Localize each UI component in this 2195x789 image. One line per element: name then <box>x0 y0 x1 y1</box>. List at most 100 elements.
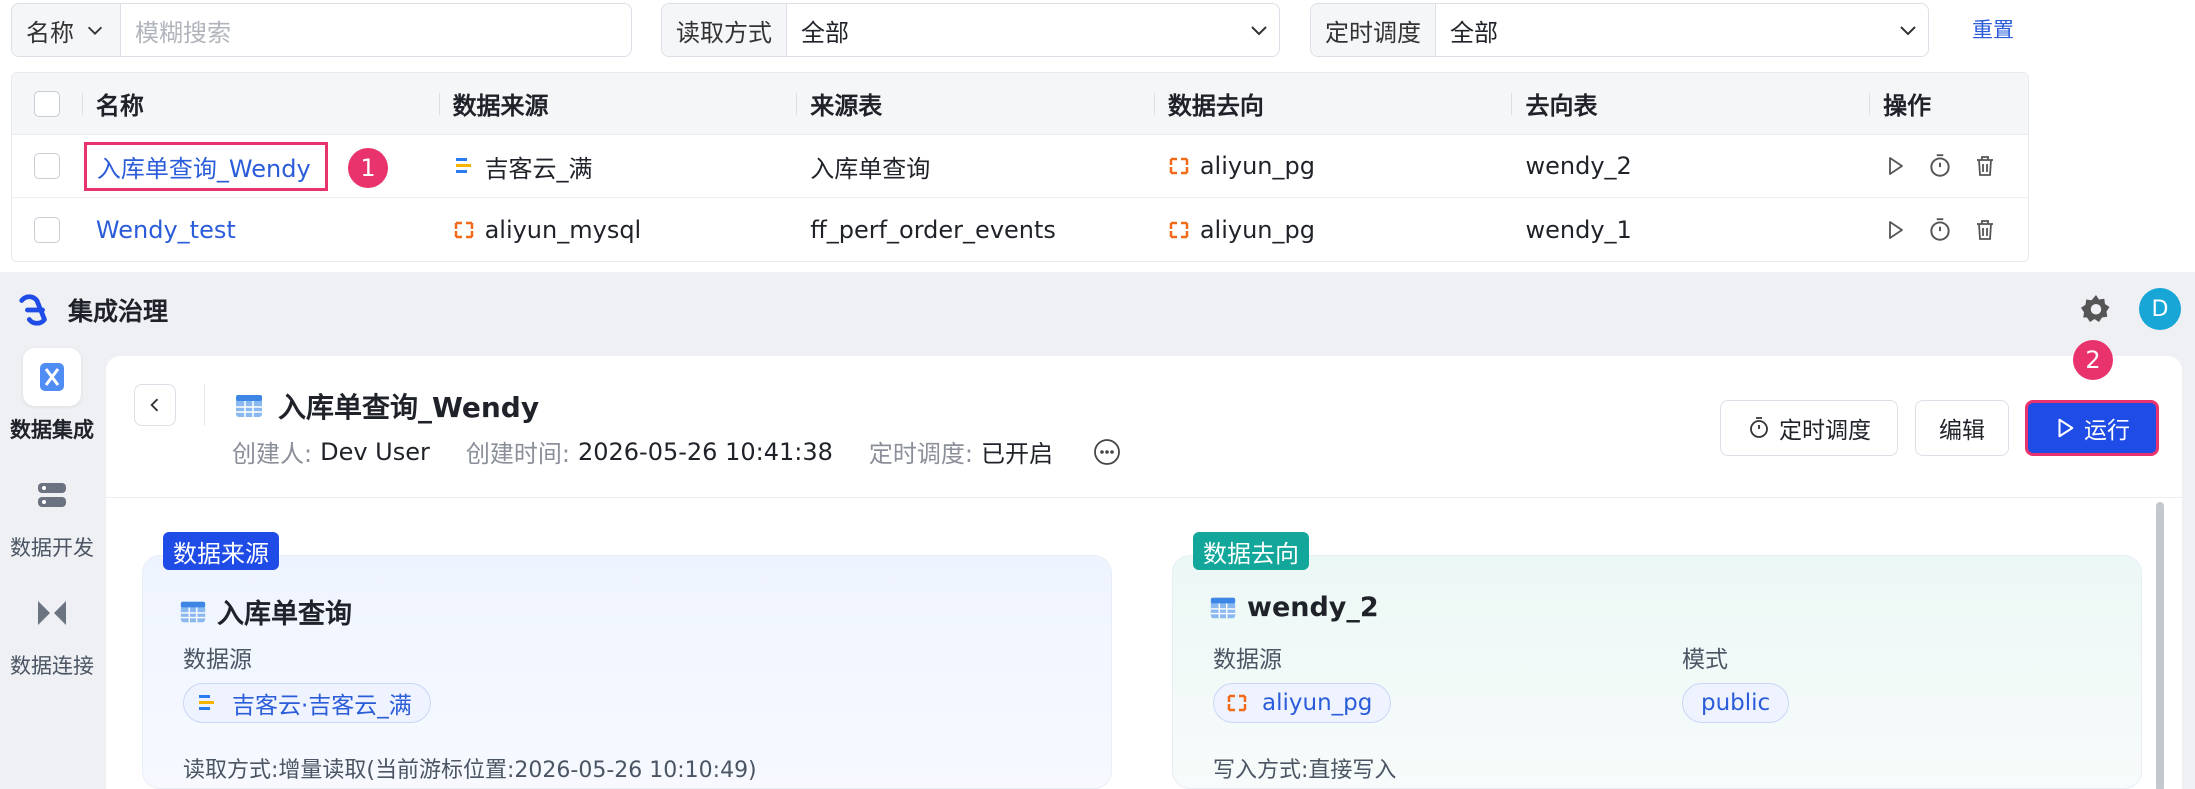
jikeyun-icon <box>453 155 475 177</box>
target-table: wendy_2 <box>1525 152 1632 180</box>
postgresql-icon <box>1168 155 1190 177</box>
table-icon <box>180 601 206 622</box>
play-icon <box>2058 418 2074 438</box>
column-header: 操作 <box>1869 73 2028 134</box>
read-mode-select[interactable]: 全部 <box>787 4 1239 56</box>
app-logo-icon <box>19 294 47 326</box>
task-table: 名称 数据来源 来源表 数据去向 去向表 操作 入库单查询_Wendy 吉客云_… <box>11 72 2029 262</box>
name-filter-label: 名称 <box>26 18 74 47</box>
back-button[interactable] <box>134 384 176 426</box>
app-header: 集成治理 D <box>0 272 2195 348</box>
schedule-select[interactable]: 全部 <box>1436 4 1888 56</box>
name-search-input[interactable]: 模糊搜索 <box>121 4 631 56</box>
nav-item-data-integration[interactable]: 数据集成 <box>0 348 104 444</box>
jikeyun-icon <box>199 695 214 710</box>
step-badge-1: 1 <box>348 148 388 188</box>
nav-label: 数据集成 <box>10 418 94 442</box>
more-options-icon[interactable] <box>1093 438 1121 466</box>
task-name-link[interactable]: 入库单查询_Wendy <box>83 141 328 191</box>
chevron-down-icon <box>1251 26 1267 36</box>
column-header: 名称 <box>81 73 439 134</box>
column-header: 数据来源 <box>438 73 797 134</box>
nav-item-data-dev[interactable]: 数据开发 <box>0 466 104 562</box>
nav-item-data-connect[interactable]: 数据连接 <box>0 584 104 680</box>
timer-icon <box>1750 417 1768 438</box>
datasource-label: 数据源 <box>1213 647 1282 673</box>
target-name: aliyun_pg <box>1199 215 1315 244</box>
source-tag: 数据来源 <box>163 532 279 570</box>
data-dev-icon <box>38 483 66 507</box>
table-row: 入库单查询_Wendy 吉客云_满 入库单查询 aliyun_pg wendy_… <box>12 135 2028 198</box>
target-table: wendy_1 <box>1525 215 1632 244</box>
play-icon[interactable] <box>1883 154 1907 178</box>
play-icon[interactable] <box>1883 218 1907 242</box>
name-filter-field-select[interactable]: 名称 <box>12 4 121 56</box>
timer-icon[interactable] <box>1927 217 1953 243</box>
source-name: aliyun_mysql <box>484 215 642 244</box>
schedule-filter-label: 定时调度 <box>1311 4 1436 56</box>
app-title: 集成治理 <box>68 297 169 326</box>
column-header: 去向表 <box>1511 73 1869 134</box>
read-mode-label: 读取方式 <box>662 4 787 56</box>
task-list-section: 名称 模糊搜索 读取方式 全部 定时调度 全部 重置 名称 数据来源 来源表 数… <box>0 0 2195 272</box>
run-button[interactable]: 运行 <box>2025 400 2159 456</box>
created-value: 2026-05-26 10:41:38 <box>577 437 833 466</box>
created-label: 创建时间: <box>465 440 570 468</box>
read-mode-filter[interactable]: 读取方式 全部 <box>661 3 1280 57</box>
data-integration-icon <box>40 363 64 391</box>
schedule-status-label: 定时调度: <box>868 440 973 468</box>
read-mode-info: 读取方式:增量读取(当前游标位置:2026-05-26 10:10:49) <box>183 758 757 783</box>
avatar[interactable]: D <box>2139 288 2181 330</box>
chevron-left-icon <box>150 398 159 412</box>
page-title: 入库单查询_Wendy <box>278 391 540 424</box>
select-all-checkbox[interactable] <box>33 90 60 117</box>
target-name: aliyun_pg <box>1199 152 1315 180</box>
task-detail-panel: 入库单查询_Wendy 创建人: Dev User 创建时间: 2026-05-… <box>106 340 2182 789</box>
source-table-title: 入库单查询 <box>217 599 352 630</box>
creator-label: 创建人: <box>232 440 313 468</box>
detail-header: 入库单查询_Wendy 创建人: Dev User 创建时间: 2026-05-… <box>106 340 2182 498</box>
chevron-down-icon <box>87 26 103 35</box>
trash-icon[interactable] <box>1973 154 1997 178</box>
column-header: 来源表 <box>796 73 1154 134</box>
table-icon <box>236 395 262 417</box>
timer-icon[interactable] <box>1927 153 1953 179</box>
target-card: 数据去向 wendy_2 数据源 aliyun_pg 模式 public 写入方… <box>1172 532 2142 789</box>
column-header: 数据去向 <box>1153 73 1512 134</box>
data-connect-icon <box>38 601 66 625</box>
source-card: 数据来源 入库单查询 数据源 吉客云·吉客云_满 读取方式:增量读取(当前游标位… <box>142 532 1112 789</box>
mysql-icon <box>453 219 475 241</box>
row-checkbox[interactable] <box>33 216 60 243</box>
side-nav: 数据集成 数据开发 数据连接 <box>0 348 104 702</box>
task-name-link[interactable]: Wendy_test <box>96 216 236 244</box>
chevron-down-icon <box>1900 26 1916 36</box>
table-row: Wendy_test aliyun_mysql ff_perf_order_ev… <box>12 198 2028 261</box>
datasource-pill[interactable]: 吉客云·吉客云_满 <box>183 683 431 723</box>
source-name: 吉客云_满 <box>484 154 593 183</box>
nav-label: 数据开发 <box>10 536 94 560</box>
row-checkbox[interactable] <box>33 153 60 179</box>
step-badge-2: 2 <box>2073 340 2113 380</box>
trash-icon[interactable] <box>1973 218 1997 242</box>
edit-button[interactable]: 编辑 <box>1915 400 2009 456</box>
schedule-status-value: 已开启 <box>980 440 1053 468</box>
schema-pill[interactable]: public <box>1682 683 1790 723</box>
reset-button[interactable]: 重置 <box>1972 14 2014 44</box>
schedule-button[interactable]: 定时调度 <box>1720 400 1898 456</box>
creator-value: Dev User <box>320 437 430 466</box>
name-filter[interactable]: 名称 模糊搜索 <box>11 3 632 57</box>
detail-meta: 创建人: Dev User 创建时间: 2026-05-26 10:41:38 … <box>232 434 1121 469</box>
gear-icon[interactable] <box>2078 292 2114 328</box>
scrollbar[interactable] <box>2154 498 2166 789</box>
integration-app: 集成治理 D 数据集成 数据开发 数据连接 入库单查询_Wendy 创建人: D… <box>0 272 2195 789</box>
write-mode-info: 写入方式:直接写入 <box>1213 758 1397 783</box>
table-icon <box>1210 597 1236 618</box>
target-table-title: wendy_2 <box>1247 592 1379 623</box>
schedule-filter[interactable]: 定时调度 全部 <box>1310 3 1929 57</box>
nav-label: 数据连接 <box>10 654 94 678</box>
datasource-pill[interactable]: aliyun_pg <box>1213 683 1392 723</box>
postgresql-icon <box>1168 219 1190 241</box>
source-table: 入库单查询 <box>810 154 931 183</box>
target-tag: 数据去向 <box>1193 532 1309 570</box>
postgresql-icon <box>1227 694 1247 712</box>
